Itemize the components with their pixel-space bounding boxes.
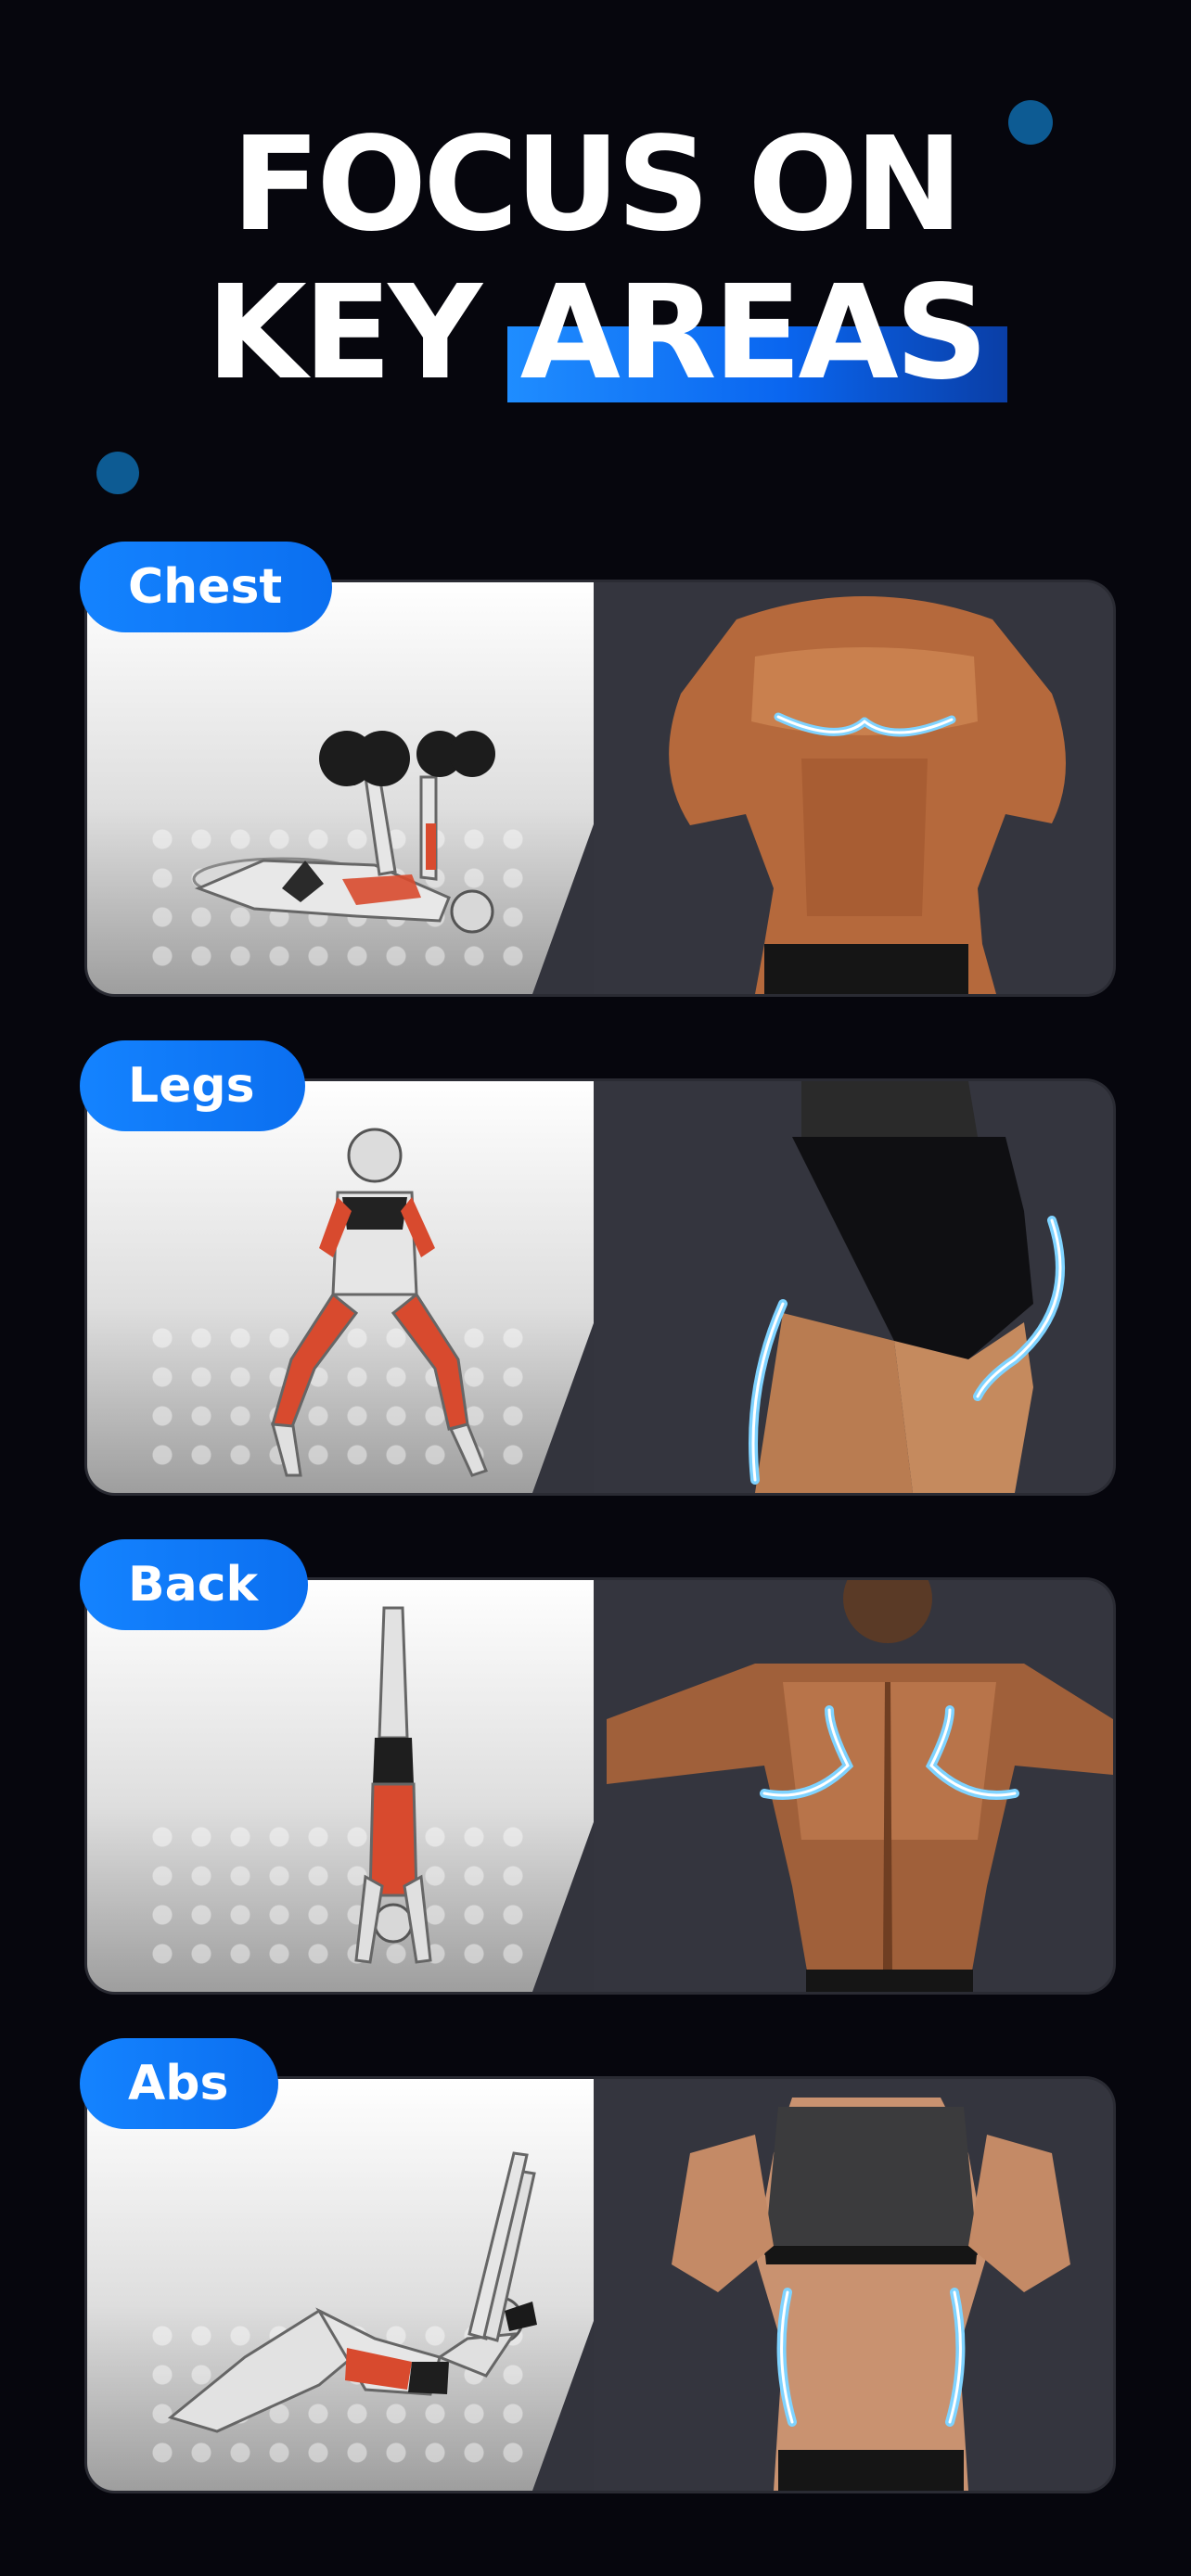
category-label-chest[interactable]: Chest bbox=[80, 542, 333, 632]
decor-dot bbox=[96, 452, 139, 494]
legs-squat-illustration bbox=[270, 1128, 488, 1477]
category-label-legs[interactable]: Legs bbox=[80, 1040, 305, 1131]
abs-muscle-photo bbox=[672, 2098, 1070, 2491]
headline-highlight: AREAS bbox=[506, 258, 1007, 409]
headline-line-2: KEY AREAS bbox=[0, 260, 1191, 408]
chest-muscle-photo bbox=[669, 596, 1066, 994]
legs-muscle-photo bbox=[749, 1081, 1065, 1493]
category-label-back[interactable]: Back bbox=[80, 1539, 309, 1630]
chest-press-illustration bbox=[192, 731, 495, 934]
focus-card-abs[interactable] bbox=[87, 2079, 1113, 2491]
back-muscle-photo bbox=[607, 1580, 1113, 1992]
headline-line-1: FOCUS ON bbox=[231, 109, 964, 261]
category-label-abs[interactable]: Abs bbox=[80, 2038, 279, 2129]
focus-card-legs[interactable] bbox=[87, 1081, 1113, 1493]
back-handstand-illustration bbox=[354, 1606, 432, 1964]
screen: FOCUS ON KEY AREAS Chest Legs Back Abs bbox=[0, 0, 1191, 2576]
headline: FOCUS ON KEY AREAS bbox=[0, 111, 1191, 408]
headline-prefix: KEY bbox=[206, 258, 520, 409]
abs-crunch-illustration bbox=[167, 2151, 537, 2433]
focus-card-chest[interactable] bbox=[87, 582, 1113, 994]
focus-card-back[interactable] bbox=[87, 1580, 1113, 1992]
